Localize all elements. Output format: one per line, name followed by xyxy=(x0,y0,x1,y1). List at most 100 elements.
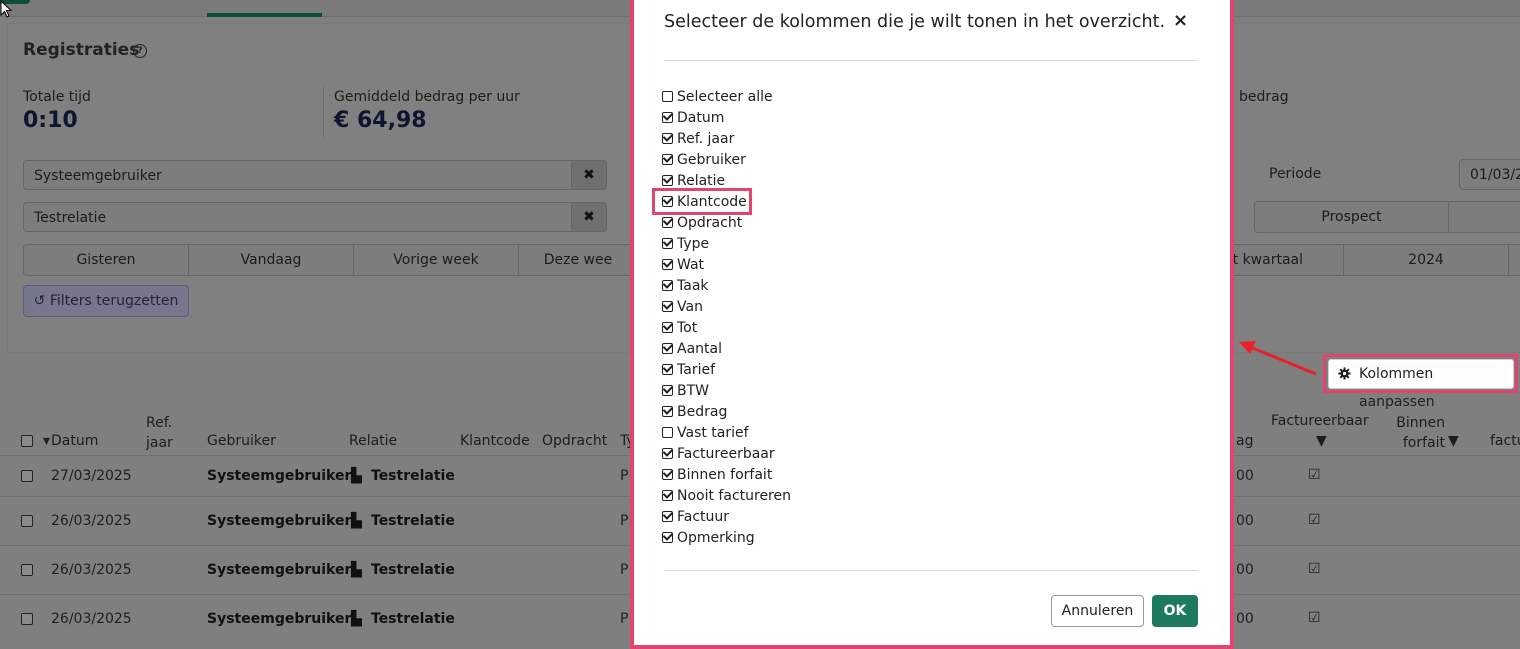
option-checkbox[interactable] xyxy=(662,154,673,165)
modal-title: Selecteer de kolommen die je wilt tonen … xyxy=(664,12,1166,32)
column-option-tot[interactable]: Tot xyxy=(662,317,697,338)
range-2024[interactable]: 2024 xyxy=(1343,244,1509,276)
option-checkbox[interactable] xyxy=(662,322,673,333)
cell-type: P xyxy=(620,562,629,578)
range-vorige-week[interactable]: Vorige week xyxy=(353,244,519,276)
cell-bedrag: 00 xyxy=(1236,562,1254,578)
option-label: BTW xyxy=(677,382,709,399)
column-header-relatie[interactable]: Relatie xyxy=(349,433,397,449)
option-checkbox[interactable] xyxy=(662,238,673,249)
option-label: Binnen forfait xyxy=(677,466,773,483)
option-label: Wat xyxy=(677,256,705,273)
range-kwartaal[interactable]: t kwartaal xyxy=(1230,244,1344,276)
column-option-aantal[interactable]: Aantal xyxy=(662,338,722,359)
cell-datum: 26/03/2025 xyxy=(51,562,132,578)
column-option-opdracht[interactable]: Opdracht xyxy=(662,212,742,233)
range-vandaag[interactable]: Vandaag xyxy=(188,244,354,276)
option-checkbox[interactable] xyxy=(662,112,673,123)
option-checkbox[interactable] xyxy=(662,469,673,480)
column-option-datum[interactable]: Datum xyxy=(662,107,724,128)
cell-datum: 26/03/2025 xyxy=(51,513,132,529)
prospect-toggle[interactable]: Prospect xyxy=(1254,201,1449,233)
column-option-taak[interactable]: Taak xyxy=(662,275,709,296)
column-option-btw[interactable]: BTW xyxy=(662,380,709,401)
range-next[interactable] xyxy=(1508,244,1520,276)
option-checkbox[interactable] xyxy=(662,406,673,417)
column-option-nooit-factureren[interactable]: Nooit factureren xyxy=(662,485,791,506)
column-header-datum[interactable]: Datum xyxy=(51,433,98,449)
sort-desc-icon: ▾ xyxy=(43,433,51,449)
option-checkbox[interactable] xyxy=(662,448,673,459)
range-deze-week[interactable]: Deze wee xyxy=(518,244,638,276)
column-header-factureerbaar[interactable]: Factureerbaar xyxy=(1271,413,1369,429)
user-filter-field[interactable]: Systeemgebruiker xyxy=(23,160,572,190)
column-option-van[interactable]: Van xyxy=(662,296,703,317)
cell-gebruiker: Systeemgebruiker xyxy=(207,468,352,484)
cell-datum: 27/03/2025 xyxy=(51,468,132,484)
filter-icon[interactable]: ▼ xyxy=(1316,433,1327,449)
option-checkbox[interactable] xyxy=(662,217,673,228)
checked-icon: ☑ xyxy=(1308,512,1321,528)
option-checkbox[interactable] xyxy=(662,259,673,270)
cell-bedrag: 00 xyxy=(1236,611,1254,627)
column-option-tarief[interactable]: Tarief xyxy=(662,359,715,380)
option-checkbox[interactable] xyxy=(662,175,673,186)
column-option-factureerbaar[interactable]: Factureerbaar xyxy=(662,443,775,464)
column-option-type[interactable]: Type xyxy=(662,233,709,254)
option-label: Type xyxy=(677,235,710,252)
option-label: Tarief xyxy=(677,361,716,378)
option-checkbox[interactable] xyxy=(662,532,673,543)
column-option-factuur[interactable]: Factuur xyxy=(662,506,729,527)
option-checkbox[interactable] xyxy=(662,427,673,438)
cancel-button[interactable]: Annuleren xyxy=(1051,595,1144,627)
period-start-field[interactable]: 01/03/2 xyxy=(1459,159,1520,190)
cell-datum: 26/03/2025 xyxy=(51,611,132,627)
column-option-vast-tarief[interactable]: Vast tarief xyxy=(662,422,749,443)
option-checkbox[interactable] xyxy=(662,91,673,102)
reset-filters-button[interactable]: ↺ Filters terugzetten xyxy=(23,285,189,317)
kolommen-aanpassen-button[interactable]: Kolommen aanpassen xyxy=(1328,359,1514,410)
column-header-binnen-forfait[interactable]: Binnen forfait xyxy=(1395,413,1445,453)
cell-type: P xyxy=(620,611,629,627)
prospect-toggle-other[interactable] xyxy=(1448,201,1520,233)
clear-user-filter-button[interactable]: ✖ xyxy=(571,160,607,190)
column-header-bedrag[interactable]: ag xyxy=(1236,433,1253,449)
column-header-gebruiker[interactable]: Gebruiker xyxy=(207,433,276,449)
column-option-wat[interactable]: Wat xyxy=(662,254,704,275)
option-checkbox[interactable] xyxy=(662,385,673,396)
row-checkbox[interactable] xyxy=(21,613,33,625)
filter-icon[interactable]: ▼ xyxy=(1448,433,1459,449)
stat-label-gemiddeld-bedrag: Gemiddeld bedrag per uur xyxy=(334,89,520,105)
option-checkbox[interactable] xyxy=(662,343,673,354)
row-checkbox[interactable] xyxy=(21,470,33,482)
option-checkbox[interactable] xyxy=(662,133,673,144)
column-option-bedrag[interactable]: Bedrag xyxy=(662,401,727,422)
row-checkbox[interactable] xyxy=(21,515,33,527)
column-option-opmerking[interactable]: Opmerking xyxy=(662,527,755,548)
column-header-opdracht[interactable]: Opdracht xyxy=(542,433,607,449)
select-all-rows-checkbox[interactable] xyxy=(21,435,33,447)
factory-icon: ▙ xyxy=(351,468,362,484)
relation-filter-field[interactable]: Testrelatie xyxy=(23,202,572,232)
column-option-gebruiker[interactable]: Gebruiker xyxy=(662,149,746,170)
close-icon[interactable]: × xyxy=(1173,10,1188,31)
column-header-factuur[interactable]: factu xyxy=(1490,433,1520,449)
column-header-klantcode[interactable]: Klantcode xyxy=(460,433,530,449)
row-checkbox[interactable] xyxy=(21,564,33,576)
help-icon[interactable]: ? xyxy=(133,44,147,58)
column-option-ref-jaar[interactable]: Ref. jaar xyxy=(662,128,734,149)
option-checkbox[interactable] xyxy=(662,364,673,375)
option-checkbox[interactable] xyxy=(662,280,673,291)
range-gisteren[interactable]: Gisteren xyxy=(23,244,189,276)
period-label: Periode xyxy=(1269,166,1322,182)
ok-button[interactable]: OK xyxy=(1152,595,1198,627)
option-checkbox[interactable] xyxy=(662,490,673,501)
column-option-binnen-forfait[interactable]: Binnen forfait xyxy=(662,464,772,485)
option-label: Aantal xyxy=(677,340,722,357)
option-label: Selecteer alle xyxy=(677,88,773,105)
option-checkbox[interactable] xyxy=(662,511,673,522)
option-checkbox[interactable] xyxy=(662,301,673,312)
column-header-ref-jaar[interactable]: Ref. jaar xyxy=(146,413,186,453)
column-option-selecteer-alle[interactable]: Selecteer alle xyxy=(662,86,773,107)
clear-relation-filter-button[interactable]: ✖ xyxy=(571,202,607,232)
